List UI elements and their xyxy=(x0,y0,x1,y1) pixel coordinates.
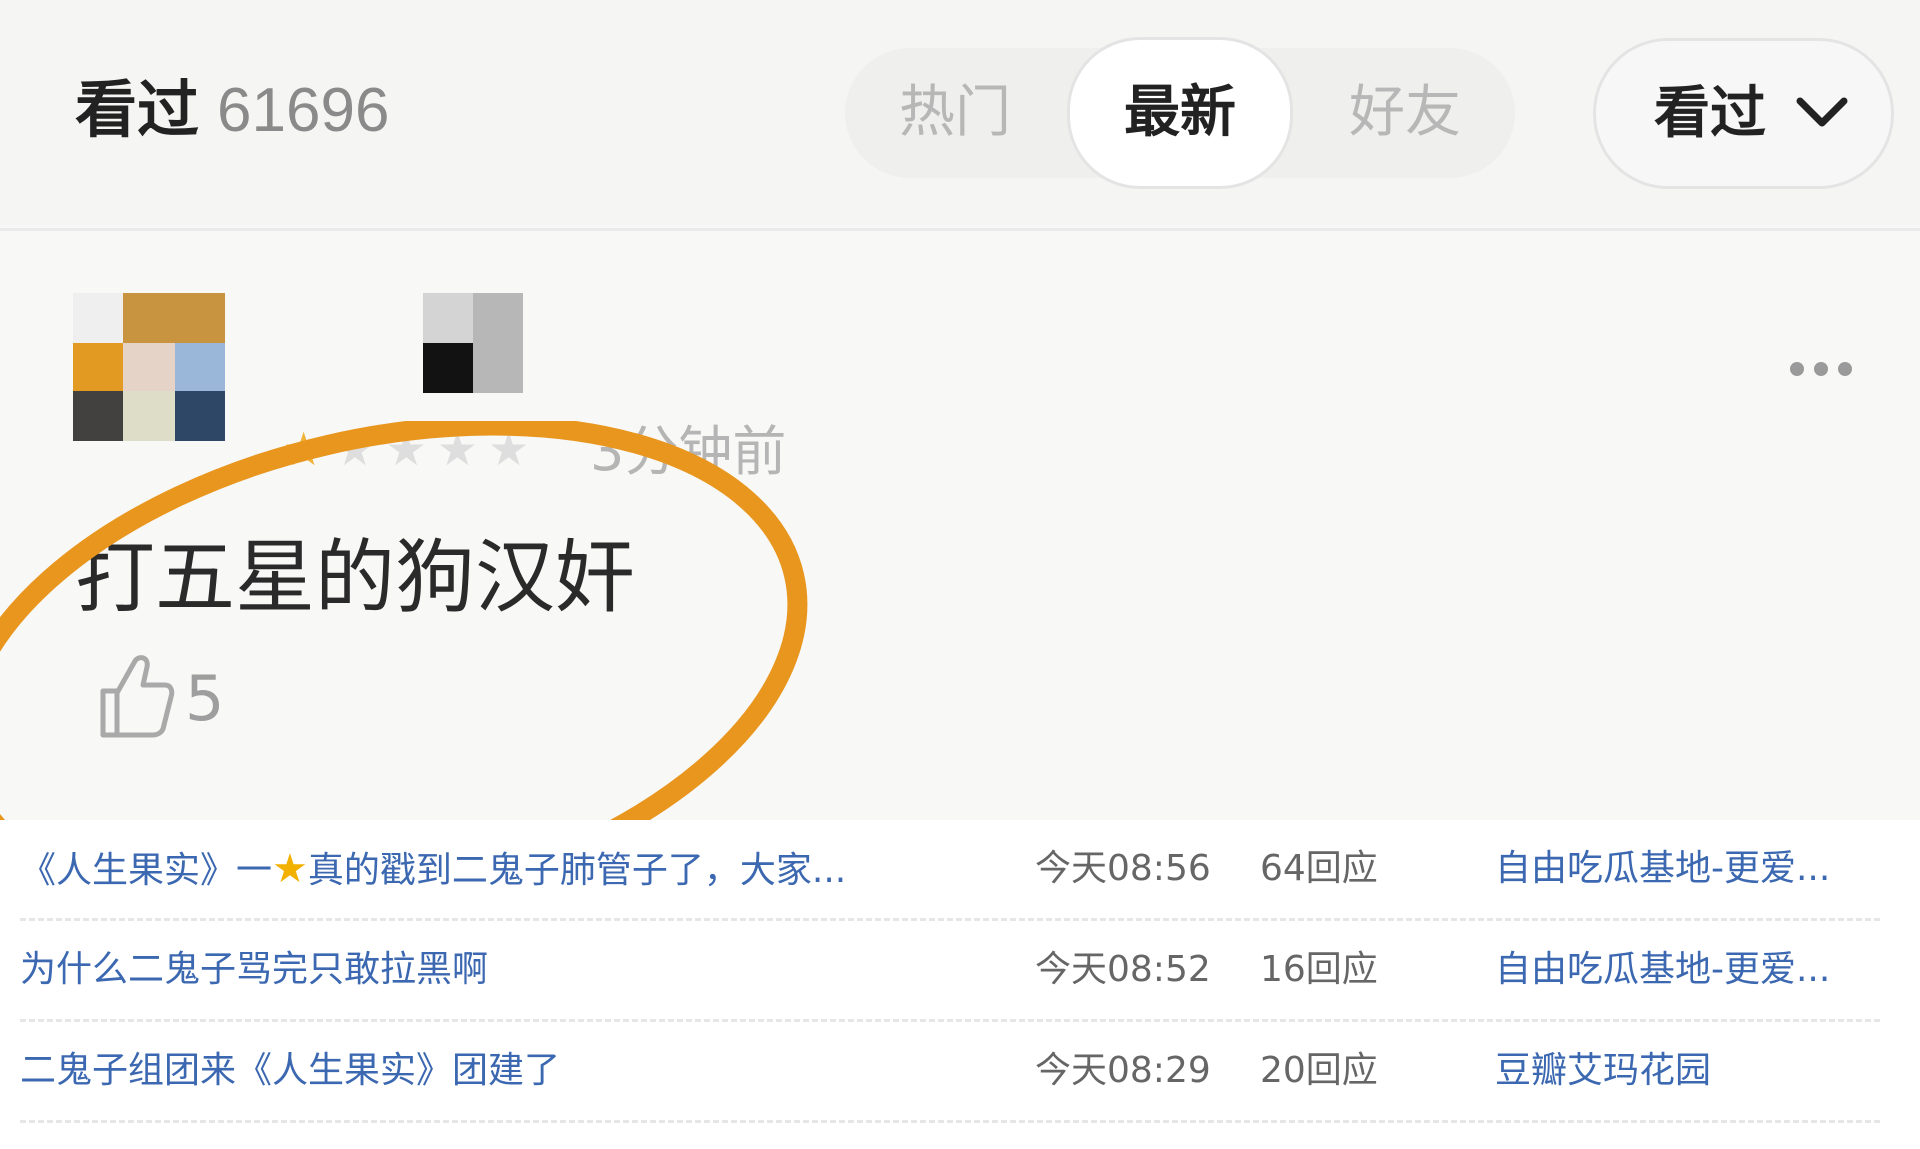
topic-list: 《人生果实》一★真的戳到二鬼子肺管子了，大家... 今天08:56 64回应 自… xyxy=(0,820,1920,1149)
star-empty-icon: ★ xyxy=(385,422,427,476)
topic-group-link[interactable]: 豆瓣艾玛花园 xyxy=(1495,1022,1711,1120)
tab-friends[interactable]: 好友 xyxy=(1315,48,1495,178)
review-time: 3分钟前 xyxy=(590,420,787,483)
topic-replies: 20回应 xyxy=(1260,1050,1378,1091)
more-options-icon[interactable] xyxy=(1790,361,1870,391)
topic-title-link[interactable]: 为什么二鬼子骂完只敢拉黑啊 xyxy=(20,921,488,1019)
star-empty-icon: ★ xyxy=(436,422,478,476)
filter-bar: 看过 61696 热门 最新 好友 看过 xyxy=(0,0,1920,225)
topic-group-link[interactable]: 自由吃瓜基地-更爱... xyxy=(1495,921,1830,1019)
list-item: 《人生果实》一★真的戳到二鬼子肺管子了，大家... 今天08:56 64回应 自… xyxy=(20,820,1880,921)
dropdown-value: 看过 xyxy=(1654,81,1766,146)
sort-tabs: 热门 最新 好友 xyxy=(845,40,1515,186)
watched-count: 61696 xyxy=(217,76,390,145)
star-empty-icon: ★ xyxy=(334,422,376,476)
status-dropdown[interactable]: 看过 xyxy=(1593,38,1894,189)
star-empty-icon: ★ xyxy=(488,422,530,476)
topic-group-link[interactable]: 自由吃瓜基地-更爱... xyxy=(1495,820,1830,918)
topic-time: 今天08:29 xyxy=(1035,1050,1211,1091)
avatar[interactable] xyxy=(73,293,225,441)
review-card: ★ ★ ★ ★ ★ 3分钟前 打五星的狗汉奸 5 xyxy=(0,228,1920,927)
star-filled-icon: ★ xyxy=(283,422,325,476)
review-text: 打五星的狗汉奸 xyxy=(75,531,635,624)
chevron-down-icon xyxy=(1796,97,1848,127)
title-label: 看过 xyxy=(75,73,200,146)
username-obscured[interactable] xyxy=(423,293,523,393)
thumbs-up-icon xyxy=(100,655,175,738)
list-item: 为什么二鬼子骂完只敢拉黑啊 今天08:52 16回应 自由吃瓜基地-更爱... xyxy=(20,921,1880,1022)
rating-stars: ★ ★ ★ ★ ★ xyxy=(283,419,539,479)
star-emoji-icon: ★ xyxy=(272,846,308,892)
like-count: 5 xyxy=(185,662,225,735)
topic-title-link[interactable]: 二鬼子组团来《人生果实》团建了 xyxy=(20,1022,560,1120)
page-title: 看过 61696 xyxy=(75,70,389,151)
topic-replies: 64回应 xyxy=(1260,848,1378,889)
topic-replies: 16回应 xyxy=(1260,949,1378,990)
topic-time: 今天08:56 xyxy=(1035,848,1211,889)
tab-hot[interactable]: 热门 xyxy=(865,48,1045,178)
list-item: 二鬼子组团来《人生果实》团建了 今天08:29 20回应 豆瓣艾玛花园 xyxy=(20,1022,1880,1123)
topic-title-link[interactable]: 《人生果实》一★真的戳到二鬼子肺管子了，大家... xyxy=(20,820,846,920)
topic-time: 今天08:52 xyxy=(1035,949,1211,990)
tab-latest[interactable]: 最新 xyxy=(1070,40,1290,186)
